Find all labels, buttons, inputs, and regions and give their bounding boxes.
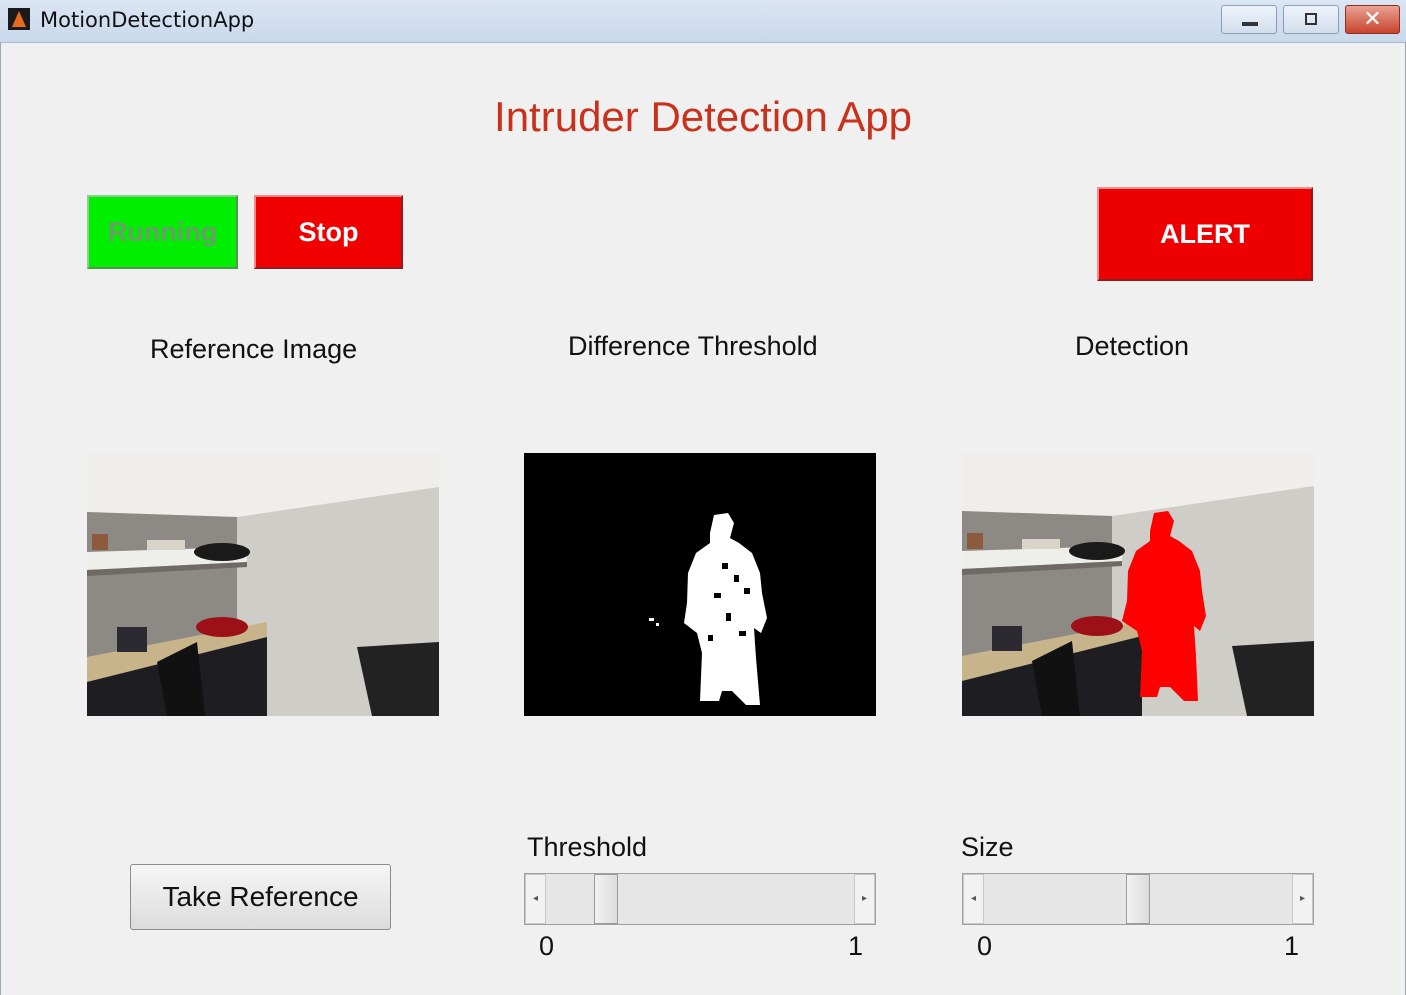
- size-min-label: 0: [977, 931, 993, 961]
- threshold-max-label: 1: [848, 931, 864, 961]
- threshold-increase-arrow-icon[interactable]: ▸: [854, 874, 875, 924]
- close-button[interactable]: ✕: [1345, 5, 1400, 34]
- size-slider-thumb[interactable]: [1126, 874, 1150, 924]
- minimize-icon: [1242, 22, 1258, 26]
- detection-image: [962, 453, 1314, 716]
- matlab-icon: [8, 8, 30, 30]
- threshold-decrease-arrow-icon[interactable]: ◂: [525, 874, 546, 924]
- reference-image-label: Reference Image: [150, 334, 358, 364]
- size-decrease-arrow-icon[interactable]: ◂: [963, 874, 984, 924]
- stop-button[interactable]: Stop: [254, 195, 403, 269]
- take-reference-button[interactable]: Take Reference: [130, 864, 391, 930]
- threshold-label: Threshold: [527, 832, 648, 862]
- running-button[interactable]: Running: [87, 195, 238, 269]
- difference-threshold-image: [524, 453, 876, 716]
- size-label: Size: [961, 832, 1014, 862]
- threshold-slider[interactable]: ◂ ▸: [524, 873, 876, 925]
- threshold-slider-thumb[interactable]: [594, 874, 619, 924]
- title-bar: MotionDetectionApp ✕: [0, 0, 1406, 43]
- size-slider[interactable]: ◂ ▸: [962, 873, 1314, 925]
- minimize-button[interactable]: [1221, 5, 1277, 34]
- window-title: MotionDetectionApp: [40, 8, 255, 32]
- difference-threshold-label: Difference Threshold: [568, 331, 818, 361]
- threshold-min-label: 0: [539, 931, 555, 961]
- size-increase-arrow-icon[interactable]: ▸: [1292, 874, 1313, 924]
- maximize-button[interactable]: [1283, 5, 1339, 34]
- detection-label: Detection: [1075, 331, 1190, 361]
- alert-indicator: ALERT: [1097, 187, 1313, 281]
- close-icon: ✕: [1363, 7, 1382, 32]
- app-heading: Intruder Detection App: [494, 93, 912, 140]
- maximize-icon: [1305, 13, 1317, 25]
- reference-image: [87, 452, 439, 716]
- size-max-label: 1: [1284, 931, 1300, 961]
